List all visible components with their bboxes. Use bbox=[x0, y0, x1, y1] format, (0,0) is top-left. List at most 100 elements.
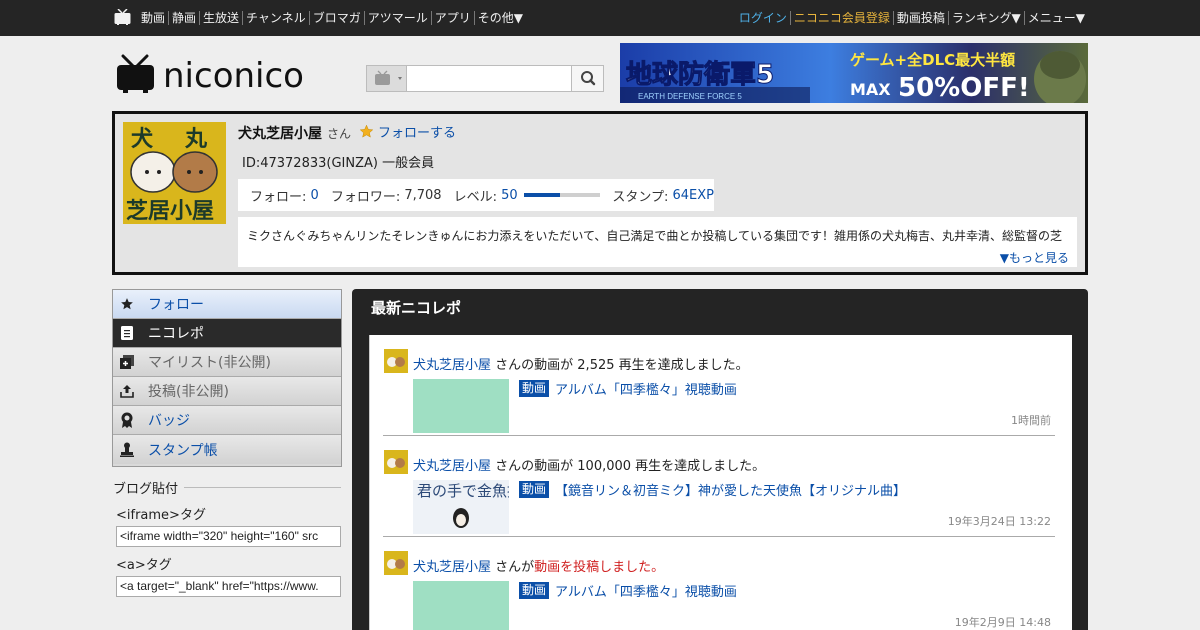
show-more-link[interactable]: ▼もっと見る bbox=[1000, 249, 1069, 266]
entry-category-badge: 動画 bbox=[519, 380, 550, 397]
nicorepo-list: 犬丸芝居小屋 さんの動画が 2,525 再生を達成しました。 動画 アルバム「四… bbox=[369, 335, 1072, 630]
side-menu-uploads-label: 投稿(非公開) bbox=[148, 384, 229, 400]
entry-video-title[interactable]: 【鏡音リン＆初音ミク】神が愛した天使魚【オリジナル曲】 bbox=[555, 480, 906, 499]
follow-button[interactable]: フォローする bbox=[359, 122, 456, 141]
entry-headline: 犬丸芝居小屋 さんの動画が 2,525 再生を達成しました。 bbox=[413, 354, 749, 373]
entry-headline: 犬丸芝居小屋 さんが動画を投稿しました。 bbox=[413, 556, 664, 575]
nav-ranking-dropdown[interactable]: ランキング▼ bbox=[947, 11, 1024, 25]
nav-app[interactable]: アプリ bbox=[430, 11, 474, 25]
entry-video-title[interactable]: アルバム「四季檻々」視聴動画 bbox=[555, 379, 737, 398]
banner-promo-3: 50%OFF! bbox=[898, 73, 1030, 103]
entry-category-badge: 動画 bbox=[519, 481, 550, 498]
entry-red-text: 動画を投稿しました。 bbox=[534, 560, 665, 575]
nav-login[interactable]: ログイン bbox=[736, 11, 790, 25]
side-menu-uploads[interactable]: 投稿(非公開) bbox=[113, 377, 341, 406]
user-honorific: さん bbox=[327, 127, 352, 141]
nav-atsumaru[interactable]: アツマール bbox=[363, 11, 431, 25]
badge-icon bbox=[120, 412, 134, 428]
nicorepo-entry: 犬丸芝居小屋 さんの動画が 2,525 再生を達成しました。 動画 アルバム「四… bbox=[383, 335, 1055, 436]
follow-count[interactable]: 0 bbox=[311, 188, 319, 203]
search-input[interactable] bbox=[409, 68, 569, 89]
stamp-exp[interactable]: 64EXP bbox=[672, 188, 714, 203]
thumbnail-text: 君の手で金魚掬え bbox=[417, 482, 509, 500]
search-type-selector[interactable] bbox=[367, 66, 407, 91]
follow-button-label: フォローする bbox=[378, 126, 457, 141]
entry-user-link[interactable]: 犬丸芝居小屋 bbox=[413, 358, 491, 373]
nav-channel[interactable]: チャンネル bbox=[242, 11, 309, 25]
side-menu: フォロー ニコレポ マイリスト(非公開) 投稿(非公開) バッジ スタンプ帳 bbox=[112, 289, 342, 467]
entry-user-link[interactable]: 犬丸芝居小屋 bbox=[413, 459, 491, 474]
side-menu-mylist-label: マイリスト(非公開) bbox=[148, 355, 271, 371]
entry-timestamp: 19年3月24日 13:22 bbox=[947, 515, 1051, 528]
blog-embed-title: ブログ貼付 bbox=[113, 478, 341, 497]
upload-icon bbox=[120, 384, 134, 398]
avatar-char-2: 丸 bbox=[184, 126, 208, 152]
star-icon bbox=[120, 297, 134, 311]
level-label: レベル: bbox=[453, 189, 497, 205]
entry-text: さんが bbox=[495, 560, 535, 575]
nav-blomaga[interactable]: ブロマガ bbox=[308, 11, 364, 25]
user-stats: フォロー: 0 フォロワー: 7,708 レベル: 50 スタンプ: 64EXP bbox=[238, 179, 714, 211]
search-box bbox=[366, 65, 604, 92]
logo-text: niconico bbox=[163, 56, 304, 94]
star-icon bbox=[359, 124, 374, 138]
side-menu-badge[interactable]: バッジ bbox=[113, 406, 341, 435]
side-menu-badge-label: バッジ bbox=[148, 413, 190, 429]
iframe-tag-label: <iframe>タグ bbox=[116, 508, 206, 523]
side-menu-stamp[interactable]: スタンプ帳 bbox=[113, 435, 341, 464]
entry-user-link[interactable]: 犬丸芝居小屋 bbox=[413, 560, 491, 575]
side-menu-nicorepo-label: ニコレポ bbox=[148, 326, 204, 342]
iframe-tag-field[interactable]: <iframe width="320" height="160" src bbox=[116, 526, 341, 547]
blog-embed-section: ブログ貼付 <iframe>タグ <iframe width="320" hei… bbox=[113, 478, 341, 597]
niconico-logo[interactable]: niconico bbox=[115, 54, 355, 96]
nav-right: ログイン ニコニコ会員登録 動画投稿 ランキング▼ メニュー▼ bbox=[736, 0, 1088, 36]
nicorepo-entry: 犬丸芝居小屋 さんの動画が 100,000 再生を達成しました。 君の手で金魚掬… bbox=[383, 436, 1055, 537]
a-tag-field[interactable]: <a target="_blank" href="https://www. bbox=[116, 576, 341, 597]
banner-promo-1: ゲーム+全DLC最大半額 bbox=[850, 51, 1015, 69]
nav-upload[interactable]: 動画投稿 bbox=[892, 11, 948, 25]
entry-user-avatar[interactable] bbox=[384, 450, 408, 474]
level-progress-bar bbox=[523, 193, 601, 197]
entry-user-avatar[interactable] bbox=[384, 349, 408, 373]
entry-thumbnail[interactable]: 君の手で金魚掬え bbox=[413, 480, 509, 534]
nav-menu-dropdown[interactable]: メニュー▼ bbox=[1023, 11, 1088, 25]
user-description: ミクさんぐみちゃんリンたそレンきゅんにお力添えをいただいて、自己満足で曲とか投稿… bbox=[238, 217, 1077, 267]
side-menu-follow-label: フォロー bbox=[148, 297, 204, 313]
user-profile-card: 犬 丸 芝居小屋 犬丸芝居小屋 さん フォローする ID:47372833(GI… bbox=[112, 111, 1088, 275]
nav-video[interactable]: 動画 bbox=[138, 11, 168, 25]
entry-timestamp: 19年2月9日 14:48 bbox=[954, 616, 1051, 629]
nav-seiga[interactable]: 静画 bbox=[168, 11, 199, 25]
nav-other-dropdown[interactable]: その他▼ bbox=[473, 11, 526, 25]
nicorepo-title: 最新ニコレポ bbox=[371, 299, 462, 317]
ad-banner-edf5[interactable]: 地球防衛軍5 EARTH DEFENSE FORCE 5 ゲーム+全DLC最大半… bbox=[620, 43, 1088, 103]
nav-live[interactable]: 生放送 bbox=[199, 11, 242, 25]
document-icon bbox=[120, 326, 134, 340]
side-menu-nicorepo[interactable]: ニコレポ bbox=[113, 319, 341, 348]
avatar-char-1: 犬 bbox=[131, 126, 154, 152]
a-tag-label: <a>タグ bbox=[116, 558, 172, 573]
stamp-label: スタンプ: bbox=[612, 189, 669, 205]
entry-user-avatar[interactable] bbox=[384, 551, 408, 575]
entry-headline: 犬丸芝居小屋 さんの動画が 100,000 再生を達成しました。 bbox=[413, 455, 765, 474]
follow-count-label: フォロー: bbox=[250, 189, 307, 205]
niconico-logo-graphic: niconico bbox=[117, 54, 304, 96]
user-id-line: ID:47372833(GINZA) 一般会員 bbox=[242, 156, 435, 171]
entry-timestamp: 1時間前 bbox=[1011, 414, 1051, 427]
level-value[interactable]: 50 bbox=[501, 188, 518, 203]
user-name: 犬丸芝居小屋 bbox=[238, 126, 322, 142]
search-button[interactable] bbox=[571, 66, 603, 91]
entry-thumbnail[interactable] bbox=[413, 379, 509, 433]
entry-video-title[interactable]: アルバム「四季檻々」視聴動画 bbox=[555, 581, 737, 600]
avatar-image: 犬 丸 芝居小屋 bbox=[123, 122, 226, 224]
banner-promo-2: MAX bbox=[850, 80, 891, 99]
follower-count: 7,708 bbox=[404, 187, 442, 203]
entry-text: さんの動画が 100,000 再生を達成しました。 bbox=[495, 459, 766, 474]
entry-thumbnail[interactable] bbox=[413, 581, 509, 630]
side-menu-follow[interactable]: フォロー bbox=[113, 290, 341, 319]
nav-register[interactable]: ニコニコ会員登録 bbox=[789, 11, 893, 25]
ad-banner-graphic: 地球防衛軍5 EARTH DEFENSE FORCE 5 ゲーム+全DLC最大半… bbox=[620, 43, 1088, 103]
nicorepo-panel: 最新ニコレポ 犬丸芝居小屋 さんの動画が 2,525 再生を達成しました。 動画… bbox=[352, 289, 1088, 630]
side-menu-mylist[interactable]: マイリスト(非公開) bbox=[113, 348, 341, 377]
niconico-tv-icon[interactable] bbox=[114, 9, 131, 25]
side-menu-stamp-label: スタンプ帳 bbox=[148, 442, 218, 459]
